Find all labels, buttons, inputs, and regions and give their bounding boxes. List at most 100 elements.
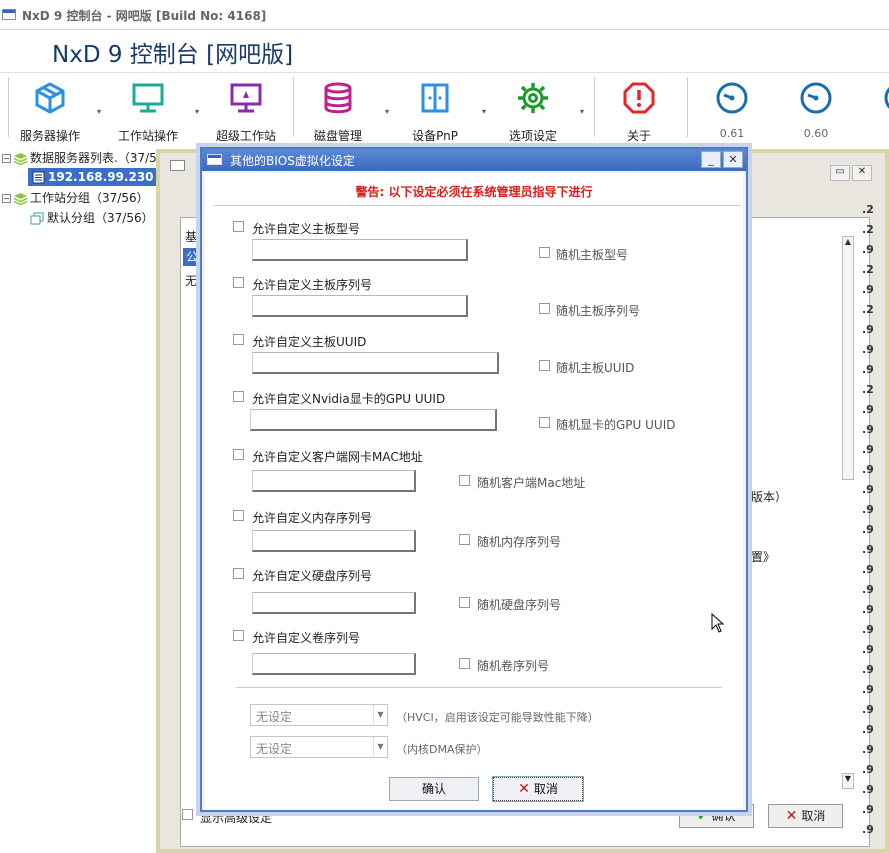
mouse-cursor-icon	[711, 613, 725, 633]
random-volume-serial-checkbox[interactable]	[459, 658, 470, 669]
allow-mac-label: 允许自定义客户端网卡MAC地址	[252, 450, 423, 464]
dialog-close-button[interactable]: ✕	[723, 151, 743, 168]
device-pnp-button[interactable]: ▾ 设备PnP	[390, 73, 486, 147]
tree-server-list[interactable]: − 数据服务器列表.（37/56）	[2, 149, 176, 167]
random-memory-serial-label: 随机内存序列号	[477, 535, 562, 549]
random-board-uuid-checkbox[interactable]	[539, 360, 550, 371]
allow-memory-serial-checkbox[interactable]	[233, 510, 244, 521]
random-disk-serial-label: 随机硬盘序列号	[477, 598, 562, 612]
bg-cancel-button[interactable]: ✕ 取消	[768, 804, 843, 828]
bg-window-icon	[170, 160, 185, 174]
allow-disk-serial-checkbox[interactable]	[233, 568, 244, 579]
allow-gpu-uuid-label: 允许自定义Nvidia显卡的GPU UUID	[252, 392, 446, 406]
options-settings-button[interactable]: ▾ 选项设定	[488, 73, 584, 147]
workstation-ops-label: 工作站操作	[117, 129, 178, 143]
random-mac-label: 随机客户端Mac地址	[477, 476, 586, 490]
workstation-ops-button[interactable]: ▾ 工作站操作	[103, 73, 199, 147]
super-monitor-icon	[230, 83, 262, 113]
mac-input[interactable]	[252, 470, 416, 492]
super-workstation-label: 超级工作站	[215, 129, 276, 143]
bg-column-cell: .9	[862, 283, 874, 296]
random-board-model-checkbox[interactable]	[539, 247, 550, 258]
bg-column-cell: .9	[862, 703, 874, 716]
gauge-2: 0.60	[771, 73, 861, 147]
hvci-note: （HVCI，启用该设定可能导致性能下降）	[396, 711, 599, 724]
server-tree: − 数据服务器列表.（37/56） 192.168.99.230（37 − 工作站分…	[0, 148, 187, 853]
device-icon	[421, 83, 449, 113]
collapse-icon[interactable]: −	[2, 154, 11, 163]
monitor-icon	[132, 83, 164, 113]
bg-scrollbar[interactable]: ▲	[842, 236, 854, 480]
random-gpu-uuid-checkbox[interactable]	[539, 417, 550, 428]
scroll-down-icon[interactable]: ▼	[842, 773, 854, 789]
allow-gpu-uuid-checkbox[interactable]	[233, 391, 244, 402]
bg-column-cell: .2	[862, 383, 874, 396]
dialog-minimize-button[interactable]: _	[701, 151, 721, 168]
tree-group-root[interactable]: − 工作站分组（37/56）	[2, 189, 149, 207]
tree-server-list-label: 数据服务器列表.（37/56）	[30, 151, 177, 165]
bg-close-button[interactable]: ✕	[852, 165, 872, 181]
show-advanced-checkbox[interactable]	[182, 809, 193, 820]
random-mac-checkbox[interactable]	[459, 475, 470, 486]
bg-column-cell: .9	[862, 623, 874, 636]
bg-column-cell: .9	[862, 543, 874, 556]
gear-icon	[518, 83, 548, 113]
allow-board-serial-checkbox[interactable]	[233, 277, 244, 288]
bg-column-cell: .9	[862, 823, 874, 836]
allow-board-uuid-checkbox[interactable]	[233, 334, 244, 345]
chevron-down-icon[interactable]: ▾	[195, 107, 199, 116]
group-icon	[30, 212, 44, 225]
chevron-down-icon[interactable]: ▾	[482, 107, 486, 116]
tree-default-group-label: 默认分组（37/56）	[47, 211, 154, 225]
cancel-button[interactable]: ✕ 取消	[492, 776, 584, 802]
server-ops-button[interactable]: ▾ 服务器操作	[5, 73, 101, 147]
disk-serial-input[interactable]	[252, 592, 416, 614]
bg-cancel-label: 取消	[801, 809, 826, 823]
gpu-uuid-input[interactable]	[250, 409, 497, 431]
board-model-input[interactable]	[252, 239, 468, 261]
hvci-select[interactable]: 无设定 ▼	[250, 704, 388, 726]
allow-volume-serial-label: 允许自定义卷序列号	[252, 631, 361, 645]
random-board-serial-checkbox[interactable]	[539, 303, 550, 314]
disk-management-button[interactable]: ▾ 磁盘管理	[293, 73, 389, 147]
random-board-model-label: 随机主板型号	[556, 248, 629, 262]
random-disk-serial-checkbox[interactable]	[459, 597, 470, 608]
chevron-down-icon[interactable]: ▾	[97, 107, 101, 116]
confirm-button[interactable]: 确认	[389, 777, 479, 801]
bg-column-cell: .9	[862, 503, 874, 516]
dma-protection-select[interactable]: 无设定 ▼	[250, 736, 388, 758]
allow-disk-serial-label: 允许自定义硬盘序列号	[252, 569, 373, 583]
memory-serial-input[interactable]	[252, 530, 416, 552]
bg-label-2: 无	[185, 274, 198, 288]
board-serial-input[interactable]	[252, 295, 468, 317]
bg-column-cell: .9	[862, 443, 874, 456]
chevron-down-icon[interactable]: ▾	[385, 107, 389, 116]
scroll-up-icon[interactable]: ▲	[843, 237, 853, 246]
board-uuid-input[interactable]	[252, 352, 499, 374]
bg-column-cell: .9	[862, 763, 874, 776]
bg-minimize-button[interactable]: ▭	[830, 165, 850, 181]
bg-column-cell: .9	[862, 323, 874, 336]
allow-mac-checkbox[interactable]	[233, 449, 244, 460]
dialog-body: 警告: 以下设定必须在系统管理员指导下进行 允许自定义主板型号 随机主板型号 允…	[205, 173, 743, 809]
collapse-icon[interactable]: −	[2, 194, 11, 203]
random-memory-serial-checkbox[interactable]	[459, 534, 470, 545]
divider	[236, 687, 722, 688]
bg-column-cell: .2	[862, 263, 874, 276]
tree-default-group[interactable]: 默认分组（37/56）	[30, 209, 154, 227]
bg-column-cell: .9	[862, 583, 874, 596]
allow-board-model-checkbox[interactable]	[233, 221, 244, 232]
bg-column-cell: .9	[862, 643, 874, 656]
main-toolbar: ▾ 服务器操作 ▾ 工作站操作 超级工作站 ▾ 磁盘管理 ▾ 设备PnP ▾ 选…	[0, 72, 889, 148]
about-button[interactable]: 关于	[594, 73, 684, 147]
chevron-down-icon[interactable]: ▼	[373, 737, 387, 757]
chevron-down-icon[interactable]: ▼	[373, 705, 387, 725]
volume-serial-input[interactable]	[252, 653, 416, 675]
allow-volume-serial-checkbox[interactable]	[233, 630, 244, 641]
super-workstation-button[interactable]: 超级工作站	[201, 73, 291, 147]
dialog-titlebar[interactable]: 其他的BIOS虚拟化设定 _ ✕	[202, 149, 746, 171]
warning-text: 警告: 以下设定必须在系统管理员指导下进行	[355, 185, 593, 199]
bg-column-cell: .2	[862, 223, 874, 236]
random-volume-serial-label: 随机卷序列号	[477, 659, 550, 673]
chevron-down-icon[interactable]: ▾	[580, 107, 584, 116]
